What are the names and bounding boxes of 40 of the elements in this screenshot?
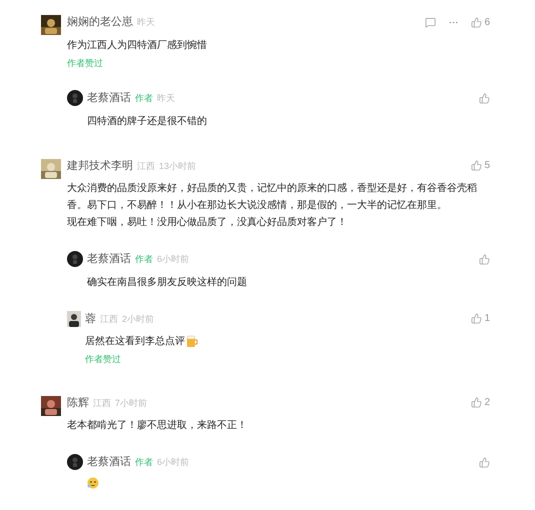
time-text: 7小时前	[115, 396, 148, 410]
comment-text: 作为江西人为四特酒厂感到惋惜	[67, 38, 208, 52]
time-text: 昨天	[137, 16, 155, 29]
author-liked-label: 作者赞过	[67, 56, 103, 70]
time-text: 6小时前	[157, 253, 190, 266]
location-text: 江西	[137, 160, 155, 172]
author-label: 作者	[135, 456, 153, 469]
author-liked-label: 作者赞过	[85, 353, 121, 366]
comment-icon[interactable]	[425, 16, 436, 28]
user-name[interactable]: 建邦技术李明	[67, 158, 133, 174]
author-label: 作者	[135, 253, 153, 266]
comment-text: 大众消费的品质没原来好，好品质的又贵，记忆中的原来的口感，香型还是好，有谷香谷壳稻香。易下口，不易醉！！从小在那边长大说没感情，那是假的，一大半的记忆在那里。	[67, 182, 478, 213]
thumbs-up-icon	[471, 313, 482, 324]
like-button[interactable]	[479, 92, 490, 104]
thumbs-up-icon	[471, 160, 482, 172]
time-text: 13小时前	[159, 160, 196, 172]
user-name[interactable]: 娴娴的老公崽	[67, 14, 133, 30]
like-button[interactable]	[479, 456, 490, 468]
user-name[interactable]: 蓉	[85, 310, 96, 327]
user-name[interactable]: 老蔡酒话	[87, 454, 131, 470]
comment-text: 确实在南昌很多朋友反映这样的问题	[87, 276, 248, 290]
thumbs-up-icon	[479, 456, 490, 468]
thumbs-up-icon	[479, 254, 490, 265]
comment-text: 老本都啃光了！廖不思进取，来路不正！	[67, 418, 248, 433]
location-text: 江西	[100, 312, 118, 326]
comment-text: 四特酒的牌子还是很不错的	[87, 114, 208, 128]
user-name[interactable]: 陈辉	[67, 394, 89, 411]
time-text: 昨天	[157, 92, 175, 105]
comment-text: 居然在这看到李总点评	[85, 333, 490, 350]
author-label: 作者	[135, 92, 153, 105]
time-text: 2小时前	[122, 312, 154, 326]
like-button[interactable]	[479, 254, 490, 265]
user-name[interactable]: 老蔡酒话	[87, 90, 131, 106]
location-text: 江西	[93, 396, 111, 410]
thumbs-up-icon	[471, 16, 482, 28]
user-name[interactable]: 老蔡酒话	[87, 251, 131, 268]
thumbs-up-icon	[471, 397, 482, 408]
thumbs-up-icon	[479, 92, 490, 104]
time-text: 6小时前	[157, 456, 190, 469]
comment-text: 现在难下咽，易吐！没用心做品质了，没真心好品质对客户了！	[67, 216, 348, 230]
